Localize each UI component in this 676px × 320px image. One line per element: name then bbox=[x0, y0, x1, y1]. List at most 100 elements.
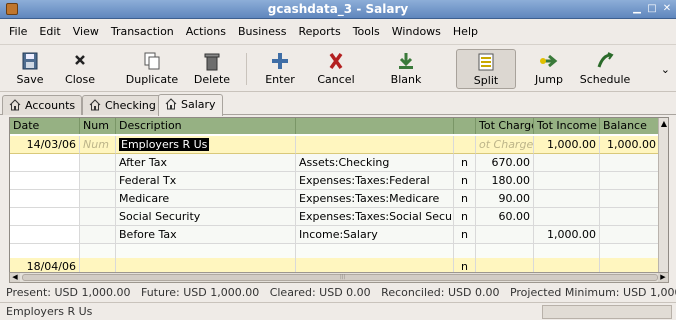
maximize-icon[interactable]: □ bbox=[646, 3, 658, 15]
split-account[interactable]: Expenses:Taxes:Medicare bbox=[296, 190, 454, 208]
col-account[interactable] bbox=[296, 118, 454, 134]
split-account[interactable]: Expenses:Taxes:Federal bbox=[296, 172, 454, 190]
split-row[interactable]: After Tax Assets:Checking n 670.00 bbox=[10, 154, 668, 172]
cancel-button[interactable]: Cancel bbox=[308, 49, 364, 89]
split-charge[interactable]: 180.00 bbox=[476, 172, 534, 190]
split-charge[interactable]: 60.00 bbox=[476, 208, 534, 226]
close-window-icon[interactable]: ✕ bbox=[661, 3, 673, 15]
txn-tot-charge[interactable]: ot Charge bbox=[476, 136, 534, 154]
col-reconcile[interactable] bbox=[454, 118, 476, 134]
split-reconcile[interactable]: n bbox=[454, 190, 476, 208]
jump-button[interactable]: Jump bbox=[524, 49, 574, 89]
split-charge[interactable] bbox=[476, 226, 534, 244]
txn-tot-charge[interactable] bbox=[476, 258, 534, 272]
menu-business[interactable]: Business bbox=[232, 25, 293, 38]
scroll-left-icon[interactable]: ◀ bbox=[10, 273, 20, 282]
menu-windows[interactable]: Windows bbox=[386, 25, 447, 38]
split-income[interactable] bbox=[534, 190, 600, 208]
vertical-scrollbar[interactable]: ▲ bbox=[658, 118, 668, 272]
split-reconcile[interactable]: n bbox=[454, 154, 476, 172]
txn-tot-income[interactable]: 1,000.00 bbox=[534, 136, 600, 154]
col-date[interactable]: Date bbox=[10, 118, 80, 134]
delete-button[interactable]: Delete bbox=[186, 49, 238, 89]
txn-description-cell[interactable]: Employers R Us bbox=[116, 136, 296, 154]
txn-tot-income[interactable] bbox=[534, 258, 600, 272]
scroll-grip-icon: ||| bbox=[340, 274, 346, 280]
txn-account[interactable] bbox=[296, 136, 454, 154]
menu-help[interactable]: Help bbox=[447, 25, 484, 38]
split-row[interactable]: Social Security Expenses:Taxes:Social Se… bbox=[10, 208, 668, 226]
home-icon bbox=[9, 99, 21, 111]
split-action[interactable] bbox=[80, 226, 116, 244]
split-action[interactable] bbox=[80, 208, 116, 226]
close-button[interactable]: Close bbox=[54, 49, 106, 89]
home-icon bbox=[89, 99, 101, 111]
schedule-button[interactable]: Schedule bbox=[574, 49, 636, 89]
split-account[interactable]: Expenses:Taxes:Social Secur bbox=[296, 208, 454, 226]
split-reconcile[interactable]: n bbox=[454, 208, 476, 226]
horizontal-scrollbar[interactable]: ◀ ||| ▶ bbox=[9, 272, 669, 283]
tab-salary[interactable]: Salary bbox=[158, 94, 223, 116]
duplicate-button[interactable]: Duplicate bbox=[120, 49, 184, 89]
menu-edit[interactable]: Edit bbox=[33, 25, 66, 38]
tab-checking[interactable]: Checking bbox=[82, 95, 163, 115]
toolbar-overflow-icon[interactable]: ⌄ bbox=[661, 63, 670, 76]
split-reconcile[interactable]: n bbox=[454, 172, 476, 190]
split-action[interactable] bbox=[80, 154, 116, 172]
split-income[interactable]: 1,000.00 bbox=[534, 226, 600, 244]
tab-accounts[interactable]: Accounts bbox=[2, 95, 83, 115]
enter-button[interactable]: Enter bbox=[254, 49, 306, 89]
col-num[interactable]: Num bbox=[80, 118, 116, 134]
split-button[interactable]: Split bbox=[456, 49, 516, 89]
txn-date[interactable]: 18/04/06 bbox=[10, 258, 80, 272]
split-income[interactable] bbox=[534, 172, 600, 190]
split-indent bbox=[10, 226, 80, 244]
split-row[interactable]: Before Tax Income:Salary n 1,000.00 bbox=[10, 226, 668, 244]
menu-tools[interactable]: Tools bbox=[347, 25, 386, 38]
scroll-up-icon[interactable]: ▲ bbox=[660, 119, 668, 129]
split-memo[interactable]: After Tax bbox=[116, 154, 296, 172]
split-memo[interactable]: Medicare bbox=[116, 190, 296, 208]
jump-label: Jump bbox=[535, 73, 563, 86]
split-row[interactable]: Medicare Expenses:Taxes:Medicare n 90.00 bbox=[10, 190, 668, 208]
menu-transaction[interactable]: Transaction bbox=[105, 25, 180, 38]
split-account[interactable]: Income:Salary bbox=[296, 226, 454, 244]
col-tot-charge[interactable]: Tot Charge bbox=[476, 118, 534, 134]
split-charge[interactable]: 90.00 bbox=[476, 190, 534, 208]
menu-view[interactable]: View bbox=[67, 25, 105, 38]
transaction-row[interactable]: 18/04/06 n bbox=[10, 258, 668, 272]
menu-file[interactable]: File bbox=[3, 25, 33, 38]
split-account[interactable]: Assets:Checking bbox=[296, 154, 454, 172]
split-action[interactable] bbox=[80, 190, 116, 208]
col-description[interactable]: Description bbox=[116, 118, 296, 134]
split-memo[interactable]: Before Tax bbox=[116, 226, 296, 244]
txn-num[interactable]: Num bbox=[80, 136, 116, 154]
save-button[interactable]: Save bbox=[4, 49, 56, 89]
txn-description[interactable]: Employers R Us bbox=[119, 138, 210, 151]
menu-reports[interactable]: Reports bbox=[292, 25, 346, 38]
txn-reconcile[interactable] bbox=[454, 136, 476, 154]
minimize-icon[interactable]: ▁ bbox=[631, 3, 643, 15]
tab-bar: Accounts Checking Salary bbox=[0, 92, 676, 116]
txn-date[interactable]: 14/03/06 bbox=[10, 136, 80, 154]
col-tot-income[interactable]: Tot Income bbox=[534, 118, 600, 134]
txn-description[interactable] bbox=[116, 258, 296, 272]
split-memo[interactable]: Federal Tx bbox=[116, 172, 296, 190]
menu-actions[interactable]: Actions bbox=[180, 25, 232, 38]
status-bar: Employers R Us bbox=[0, 302, 676, 320]
split-row[interactable]: Federal Tx Expenses:Taxes:Federal n 180.… bbox=[10, 172, 668, 190]
split-income[interactable] bbox=[534, 154, 600, 172]
scroll-right-icon[interactable]: ▶ bbox=[658, 273, 668, 282]
txn-account[interactable] bbox=[296, 258, 454, 272]
split-income[interactable] bbox=[534, 208, 600, 226]
split-memo[interactable]: Social Security bbox=[116, 208, 296, 226]
txn-reconcile[interactable]: n bbox=[454, 258, 476, 272]
transaction-row[interactable]: 14/03/06 Num Employers R Us ot Charge 1,… bbox=[10, 136, 668, 154]
col-balance[interactable]: Balance bbox=[600, 118, 660, 134]
split-charge[interactable]: 670.00 bbox=[476, 154, 534, 172]
split-action[interactable] bbox=[80, 172, 116, 190]
split-reconcile[interactable]: n bbox=[454, 226, 476, 244]
blank-button[interactable]: Blank bbox=[378, 49, 434, 89]
txn-num[interactable] bbox=[80, 258, 116, 272]
account-summary-bar: Present: USD 1,000.00 Future: USD 1,000.… bbox=[0, 285, 676, 301]
